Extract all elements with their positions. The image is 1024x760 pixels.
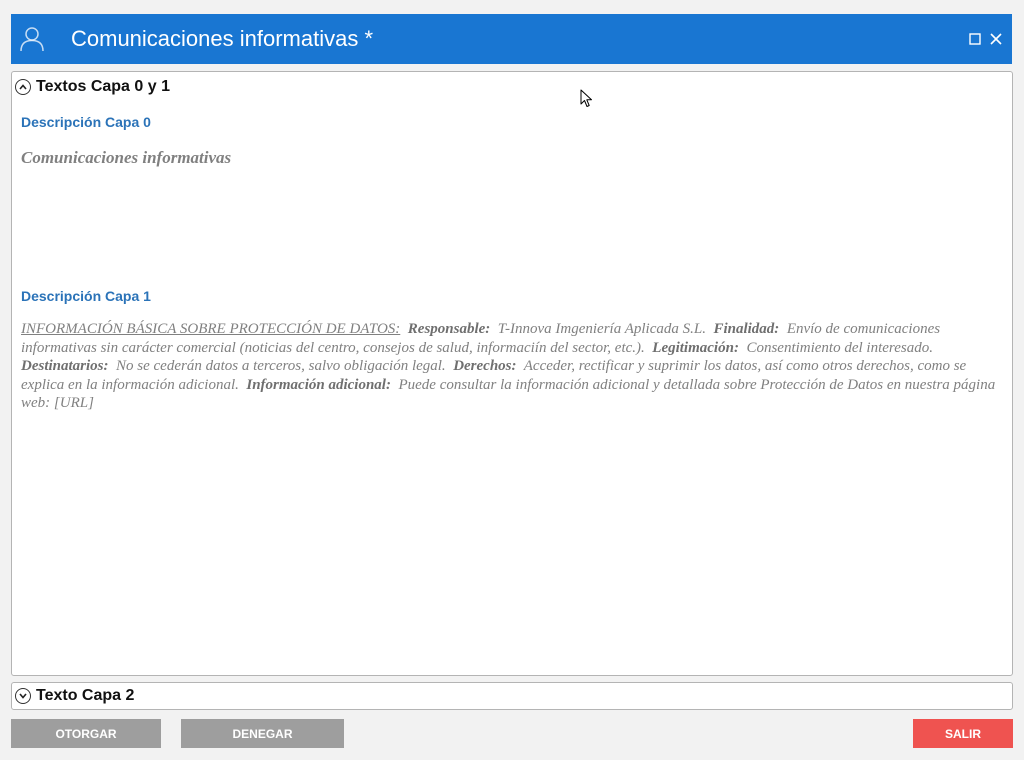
chevron-up-icon[interactable]: [15, 79, 31, 95]
value-destinatarios: No se cederán datos a terceros, salvo ob…: [116, 358, 446, 374]
term-finalidad: Finalidad:: [713, 321, 780, 337]
user-icon: [20, 27, 44, 52]
section-title: Texto Capa 2: [36, 687, 135, 704]
term-responsable: Responsable:: [407, 321, 491, 337]
layer0-label: Descripción Capa 0: [21, 114, 151, 130]
section-header-layers-0-1[interactable]: Textos Capa 0 y 1: [15, 77, 170, 97]
close-icon[interactable]: [988, 31, 1004, 47]
deny-button[interactable]: DENEGAR: [181, 719, 344, 748]
window-titlebar: Comunicaciones informativas *: [11, 14, 1012, 64]
term-destinatarios: Destinatarios:: [21, 358, 109, 374]
layer0-description[interactable]: Comunicaciones informativas: [21, 148, 996, 168]
window-title: Comunicaciones informativas *: [71, 26, 374, 51]
chevron-down-icon[interactable]: [15, 688, 31, 704]
exit-button[interactable]: SALIR: [913, 719, 1013, 748]
grant-button[interactable]: OTORGAR: [11, 719, 161, 748]
term-informacion-adicional: Información adicional:: [246, 376, 391, 393]
layer1-label: Descripción Capa 1: [21, 288, 151, 304]
term-legitimacion: Legitimación:: [652, 339, 739, 356]
term-derechos: Derechos:: [453, 358, 517, 374]
value-legitimacion: Consentimiento del interesado.: [746, 339, 933, 356]
maximize-icon[interactable]: [967, 31, 983, 47]
layers-0-1-panel: Textos Capa 0 y 1 Descripción Capa 0 Com…: [11, 71, 1013, 676]
section-title: Textos Capa 0 y 1: [36, 78, 170, 95]
mouse-pointer-icon: [580, 89, 592, 107]
value-responsable: T-Innova Imgeniería Aplicada S.L.: [497, 321, 706, 337]
layer1-heading: INFORMACIÓN BÁSICA SOBRE PROTECCIÓN DE D…: [21, 321, 401, 337]
layer1-description[interactable]: INFORMACIÓN BÁSICA SOBRE PROTECCIÓN DE D…: [21, 320, 996, 413]
section-header-layer-2[interactable]: Texto Capa 2: [15, 686, 134, 706]
layer-2-panel: Texto Capa 2: [11, 682, 1013, 710]
